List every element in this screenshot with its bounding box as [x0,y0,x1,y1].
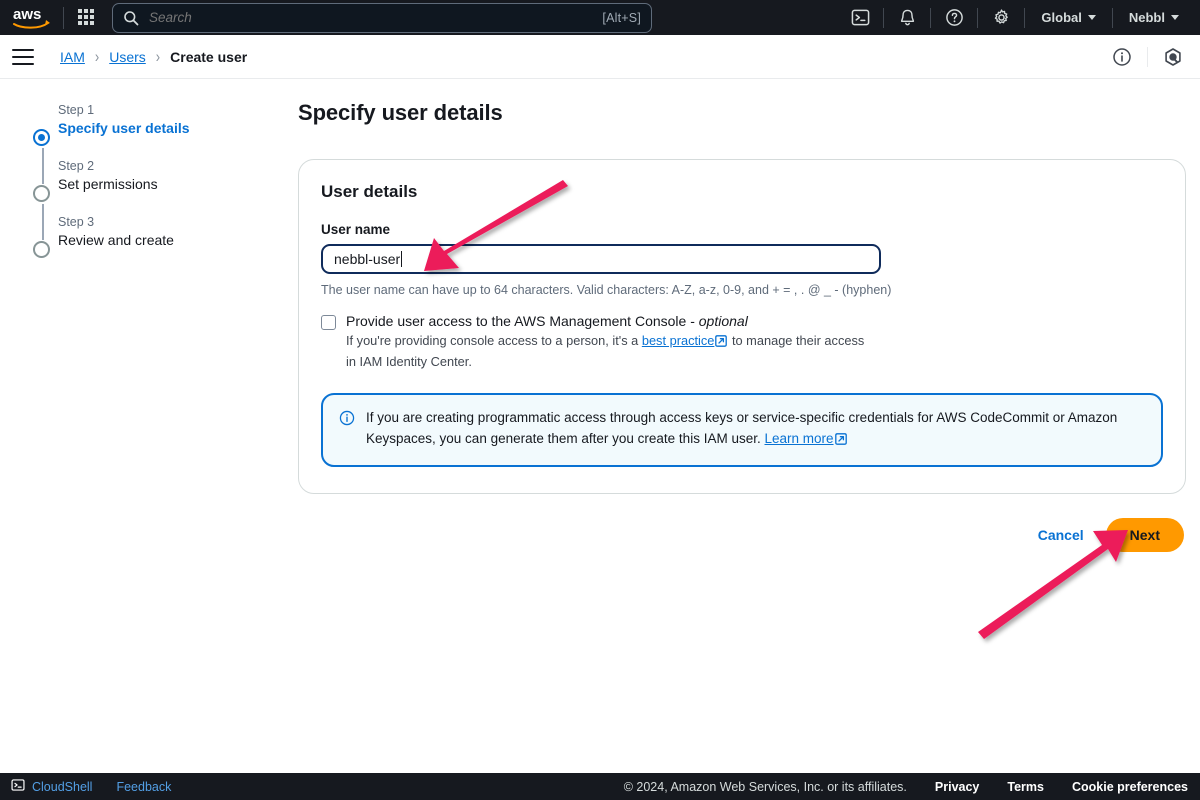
console-access-desc-before: If you're providing console access to a … [346,333,639,348]
footer-privacy-link[interactable]: Privacy [935,780,979,794]
stepper-step-1[interactable]: Step 1 Specify user details [18,103,258,184]
page-title: Specify user details [298,100,503,125]
footer-bar: CloudShell Feedback © 2024, Amazon Web S… [0,773,1200,800]
search-input[interactable] [149,10,603,25]
region-selector[interactable]: Global [1032,10,1104,25]
user-name-label: User name [321,222,391,237]
svg-text:aws: aws [13,6,41,23]
learn-more-link[interactable]: Learn more [764,431,833,446]
breadcrumb-bar: IAM › Users › Create user [0,35,1200,79]
console-access-description: If you're providing console access to a … [346,332,866,371]
breadcrumb: IAM › Users › Create user [60,47,248,66]
breadcrumb-item-users[interactable]: Users [109,49,146,65]
console-access-checkbox[interactable] [321,315,336,330]
console-access-row: Provide user access to the AWS Managemen… [321,313,1163,371]
chevron-down-icon [1171,15,1179,20]
footer-right-group: © 2024, Amazon Web Services, Inc. or its… [624,780,1200,794]
top-nav-right-group: Global Nebbl [844,0,1200,35]
alert-text: If you are creating programmatic access … [366,408,1145,452]
nav-separator [1024,7,1026,28]
cloudshell-icon [11,778,25,795]
info-icon[interactable] [1107,42,1137,72]
stepper-step-3[interactable]: Step 3 Review and create [18,215,258,271]
text-cursor [401,251,403,267]
user-name-value: nebbl-user [334,251,401,267]
menu-toggle-icon[interactable] [12,48,34,65]
main-content: Specify user details User details User n… [298,100,1186,552]
settings-icon[interactable] [985,2,1017,34]
help-icon[interactable] [938,2,970,34]
stepper-step-2[interactable]: Step 2 Set permissions [18,159,258,240]
step-label: Specify user details [58,120,190,136]
programmatic-access-info-alert: If you are creating programmatic access … [321,393,1163,467]
amazon-q-icon[interactable] [1158,42,1188,72]
step-number: Step 1 [58,103,95,117]
next-button[interactable]: Next [1105,517,1184,552]
console-access-label[interactable]: Provide user access to the AWS Managemen… [346,313,866,329]
user-details-card: User details User name nebbl-user The us… [298,159,1186,494]
chevron-down-icon [1087,15,1096,20]
breadcrumb-right-group [1107,42,1200,72]
account-label: Nebbl [1128,10,1165,25]
cloudshell-icon[interactable] [844,2,876,34]
aws-logo[interactable]: aws [12,5,54,31]
external-link-icon [715,334,728,353]
console-access-body: Provide user access to the AWS Managemen… [346,313,866,371]
nav-separator [883,7,885,28]
search-icon [123,10,139,26]
footer-cloudshell-label: CloudShell [32,779,93,794]
user-name-hint: The user name can have up to 64 characte… [321,283,892,297]
alert-message: If you are creating programmatic access … [366,410,1118,447]
step-number: Step 2 [58,159,95,173]
notifications-icon[interactable] [891,2,923,34]
wizard-stepper: Step 1 Specify user details Step 2 Set p… [18,103,258,271]
breadcrumb-separator-line [1147,46,1148,67]
account-menu[interactable]: Nebbl [1120,10,1188,25]
external-link-icon [834,431,847,452]
breadcrumb-item-create-user: Create user [170,48,248,65]
footer-cookie-preferences-link[interactable]: Cookie preferences [1072,780,1188,794]
step-radio-icon [33,185,50,202]
best-practice-link[interactable]: best practice [642,333,715,348]
breadcrumb-separator: › [155,47,161,66]
card-title: User details [321,182,418,201]
breadcrumb-item-iam[interactable]: IAM [60,49,85,65]
nav-separator [977,7,979,28]
nav-separator [1111,7,1113,28]
footer-copyright: © 2024, Amazon Web Services, Inc. or its… [623,779,907,794]
step-radio-icon [33,241,50,258]
step-label: Review and create [58,232,174,248]
cancel-button[interactable]: Cancel [1038,527,1084,543]
footer-feedback-link[interactable]: Feedback [116,780,171,794]
app-grid-icon[interactable] [78,8,96,27]
info-icon [339,410,355,452]
step-label: Set permissions [58,176,158,192]
step-radio-icon [33,129,50,146]
console-access-optional-tag: optional [698,313,748,329]
user-name-input[interactable]: nebbl-user [321,244,881,274]
breadcrumb-separator: › [94,47,100,66]
aws-console-create-user-page: aws [Alt+S] [0,0,1200,800]
footer-terms-link[interactable]: Terms [1007,780,1044,794]
nav-separator [930,7,932,28]
step-number: Step 3 [58,215,95,229]
wizard-actions: Cancel Next [298,517,1186,552]
region-label: Global [1041,10,1082,25]
console-access-label-main: Provide user access to the AWS Managemen… [346,313,695,329]
search-bar[interactable]: [Alt+S] [112,2,652,33]
search-shortcut-badge: [Alt+S] [602,10,641,25]
nav-divider [63,6,64,29]
footer-cloudshell-button[interactable]: CloudShell [11,778,92,795]
top-navigation-bar: aws [Alt+S] [0,0,1200,35]
footer-left-group: CloudShell Feedback [11,778,171,795]
